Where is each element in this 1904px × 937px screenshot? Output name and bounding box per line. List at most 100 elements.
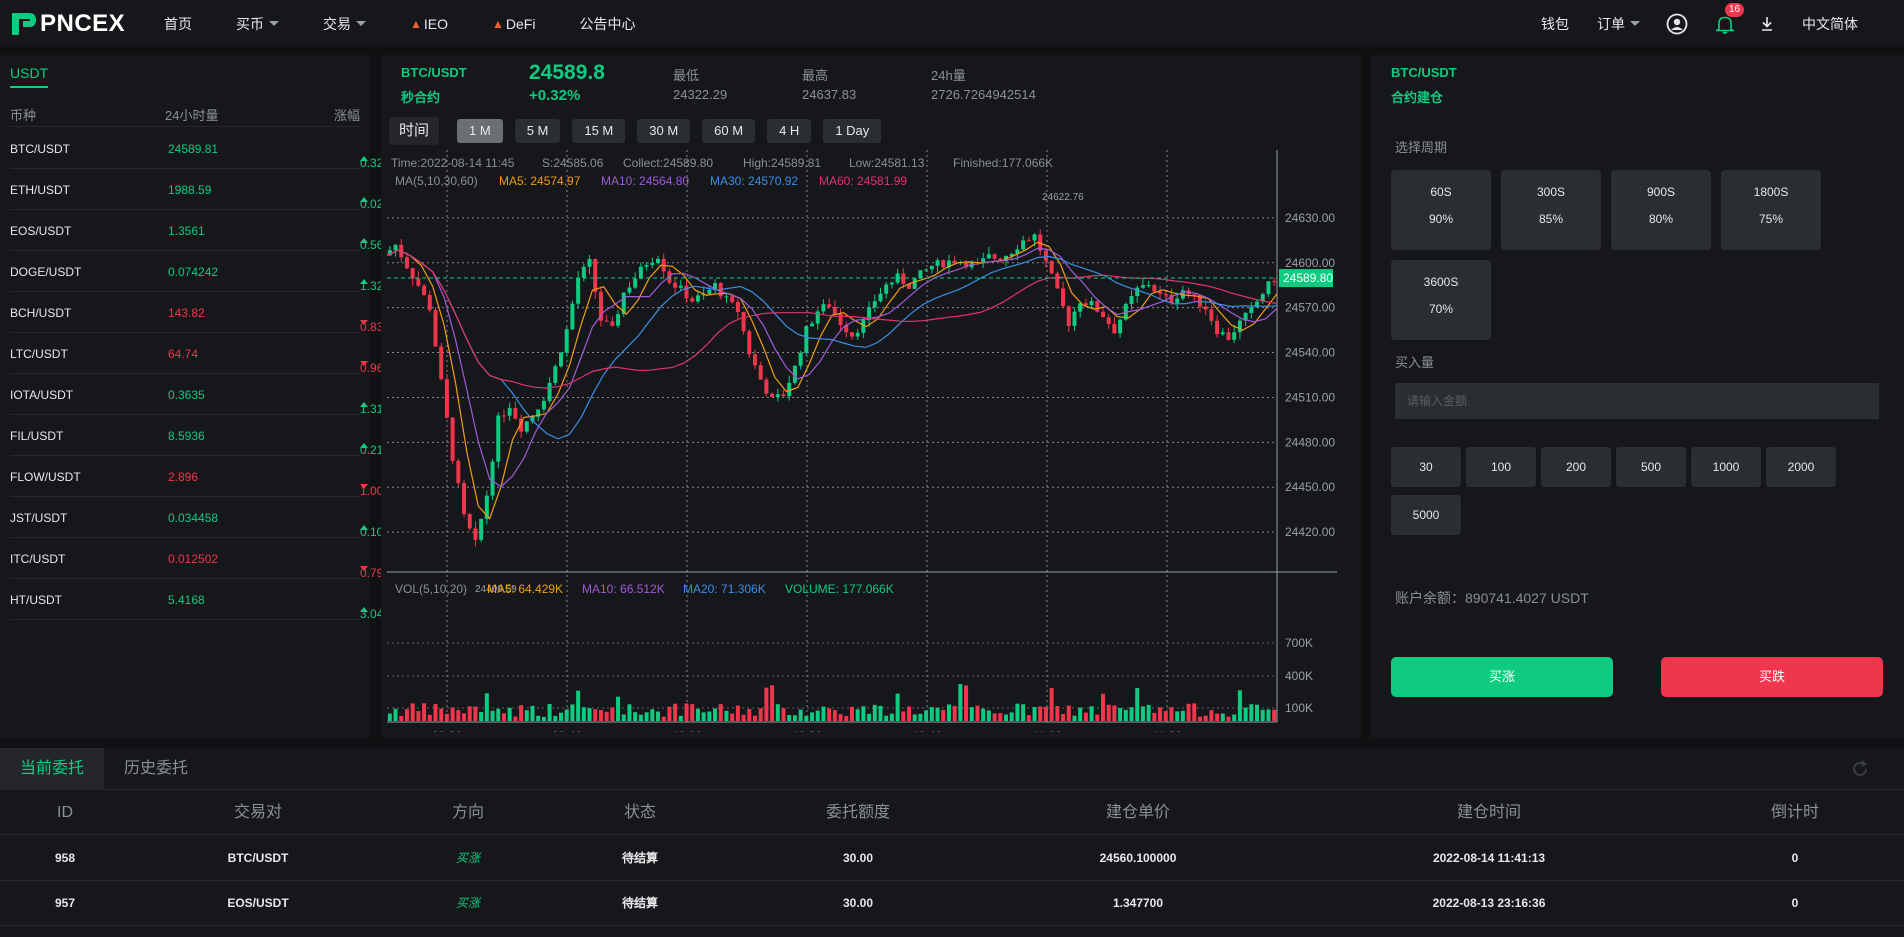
market-header: 币种 24小时量 涨幅 bbox=[10, 105, 360, 127]
nav-orders[interactable]: 订单 bbox=[1597, 14, 1640, 34]
nav-wallet[interactable]: 钱包 bbox=[1541, 14, 1569, 34]
market-row[interactable]: BCH/USDT 143.82 0.83% bbox=[10, 292, 394, 334]
candle-body bbox=[804, 326, 809, 353]
download[interactable] bbox=[1760, 16, 1774, 32]
volume-bar bbox=[490, 710, 495, 721]
market-row[interactable]: IOTA/USDT 0.3635 1.31% bbox=[10, 374, 394, 416]
period-button[interactable]: 4 H bbox=[767, 119, 812, 143]
period-time[interactable]: 时间 bbox=[389, 117, 440, 145]
nav-home[interactable]: 首页 bbox=[164, 14, 192, 34]
order-status: 待结算 bbox=[621, 851, 659, 865]
buy-up-button[interactable]: 买涨 bbox=[1391, 657, 1613, 697]
kline-chart[interactable]: 24630.00 24600.00 24570.00 24540.00 24510.00… bbox=[387, 150, 1337, 732]
volume-bar bbox=[604, 711, 609, 721]
candle-body bbox=[456, 460, 461, 484]
account-balance: 账户余额：890741.4027 USDT bbox=[1395, 590, 1589, 606]
market-price: 24589.81 bbox=[168, 142, 219, 156]
candle-body bbox=[1146, 285, 1151, 287]
refresh-icon[interactable] bbox=[1850, 759, 1870, 779]
chart-panel: BTC/USDT 秒合约 24589.8 +0.32% 最低 24322.29 … bbox=[381, 55, 1361, 738]
volume-bar bbox=[1021, 704, 1026, 721]
volume-bar bbox=[610, 707, 615, 721]
amount-option[interactable]: 100 bbox=[1466, 447, 1536, 487]
amount-option[interactable]: 2000 bbox=[1766, 447, 1836, 487]
duration-time: 1800S bbox=[1753, 185, 1789, 199]
ticker-change: +0.32% bbox=[529, 87, 581, 104]
volume-bar bbox=[924, 710, 929, 721]
candle-body bbox=[821, 304, 826, 312]
volume-bar bbox=[416, 711, 421, 721]
amount-option[interactable]: 30 bbox=[1391, 447, 1461, 487]
nav-trade[interactable]: 交易 bbox=[323, 14, 366, 34]
tab-current-orders[interactable]: 当前委托 bbox=[0, 748, 105, 790]
nav-defi[interactable]: ▲ DeFi bbox=[492, 16, 535, 32]
order-row[interactable]: 957 EOS/USDT 买涨 待结算 30.00 1.347700 2022-08-13 … bbox=[0, 881, 1904, 926]
flame-icon: ▲ bbox=[492, 16, 504, 31]
nav-announcements[interactable]: 公告中心 bbox=[579, 14, 635, 34]
market-row[interactable]: FIL/USDT 8.5936 0.21% bbox=[10, 415, 394, 457]
period-button[interactable]: 15 M bbox=[572, 119, 626, 143]
period-button[interactable]: 1 Day bbox=[823, 119, 882, 143]
volume-bar bbox=[1135, 688, 1140, 721]
market-row[interactable]: EOS/USDT 1.3561 0.56% bbox=[10, 210, 394, 252]
info-low: Low:24581.13 bbox=[849, 156, 925, 170]
candle-body bbox=[924, 269, 929, 271]
candle-body bbox=[1089, 301, 1094, 306]
language-select[interactable]: 中文简体 bbox=[1802, 14, 1858, 34]
nav-ieo-label: IEO bbox=[423, 15, 449, 32]
market-price: 8.5936 bbox=[168, 429, 205, 443]
duration-option[interactable]: 300S 85% bbox=[1501, 170, 1601, 250]
volume-bar bbox=[1009, 712, 1014, 721]
amount-option[interactable]: 500 bbox=[1616, 447, 1686, 487]
market-row[interactable]: ITC/USDT 0.012502 0.79% bbox=[10, 538, 394, 580]
period-button[interactable]: 60 M bbox=[702, 119, 756, 143]
candle-body bbox=[1175, 298, 1180, 304]
candle-body bbox=[416, 278, 421, 286]
nav-buy-coin[interactable]: 买币 bbox=[236, 14, 279, 34]
vol-ma5-label: MA5: 64.429K bbox=[487, 582, 563, 596]
candle-body bbox=[564, 329, 569, 353]
volume-bar bbox=[1152, 712, 1157, 721]
tab-usdt[interactable]: USDT bbox=[10, 65, 49, 88]
market-row[interactable]: JST/USDT 0.034458 0.10% bbox=[10, 497, 394, 539]
duration-option[interactable]: 1800S 75% bbox=[1721, 170, 1821, 250]
amount-input[interactable] bbox=[1395, 383, 1879, 419]
logo[interactable]: PNCEX bbox=[10, 10, 138, 38]
y-tick-label: 24570.00 bbox=[1285, 301, 1335, 315]
duration-option[interactable]: 900S 80% bbox=[1611, 170, 1711, 250]
volume-bar bbox=[1272, 709, 1277, 721]
market-row[interactable]: BTC/USDT 24589.81 0.32% bbox=[10, 128, 394, 170]
volume-bar bbox=[1209, 710, 1214, 721]
user-avatar[interactable] bbox=[1666, 13, 1688, 35]
amount-option[interactable]: 200 bbox=[1541, 447, 1611, 487]
volume-bar bbox=[621, 714, 626, 721]
market-row[interactable]: HT/USDT 5.4168 3.04% bbox=[10, 579, 394, 621]
duration-option[interactable]: 3600S 70% bbox=[1391, 260, 1491, 340]
volume-bar bbox=[787, 714, 792, 721]
candle-body bbox=[735, 301, 740, 313]
orders-header-cell: 方向 bbox=[451, 804, 485, 821]
order-time: 2022-08-13 23:16:36 bbox=[1432, 896, 1546, 910]
high-value: 24637.83 bbox=[802, 87, 857, 102]
amount-option[interactable]: 1000 bbox=[1691, 447, 1761, 487]
tab-history-orders[interactable]: 历史委托 bbox=[104, 748, 208, 790]
amount-option[interactable]: 5000 bbox=[1391, 495, 1461, 535]
volume-bar bbox=[404, 709, 409, 721]
period-button[interactable]: 30 M bbox=[637, 119, 691, 143]
buy-down-button[interactable]: 买跌 bbox=[1661, 657, 1883, 697]
market-row[interactable]: LTC/USDT 64.74 0.96% bbox=[10, 333, 394, 375]
market-row[interactable]: FLOW/USDT 2.896 1.00% bbox=[10, 456, 394, 498]
period-button[interactable]: 5 M bbox=[514, 119, 561, 143]
duration-option[interactable]: 60S 90% bbox=[1391, 170, 1491, 250]
period-button[interactable]: 1 M bbox=[457, 119, 503, 143]
volume-bar bbox=[998, 713, 1003, 721]
chevron-down-icon bbox=[356, 21, 366, 26]
notifications[interactable]: 16 bbox=[1716, 2, 1745, 34]
nav-ieo[interactable]: ▲ IEO bbox=[410, 16, 448, 32]
market-row[interactable]: DOGE/USDT 0.074242 1.32% bbox=[10, 251, 394, 293]
volume-bar bbox=[1140, 706, 1145, 721]
order-countdown: 0 bbox=[1791, 851, 1799, 865]
market-row[interactable]: ETH/USDT 1988.59 0.02% bbox=[10, 169, 394, 211]
order-row[interactable]: 958 BTC/USDT 买涨 待结算 30.00 24560.100000 2022-08… bbox=[0, 836, 1904, 881]
volume-bar bbox=[673, 703, 678, 721]
